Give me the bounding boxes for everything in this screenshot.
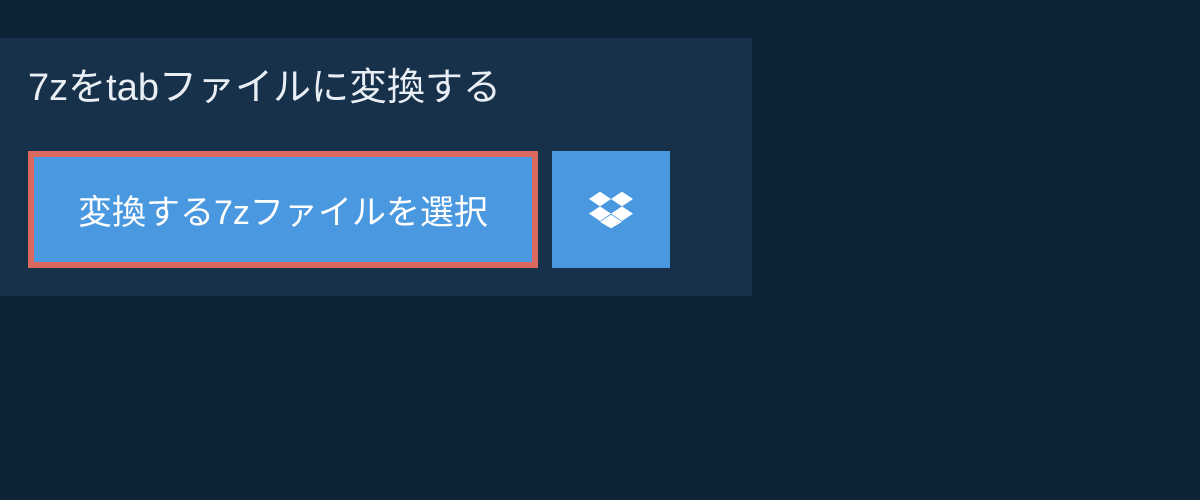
dropbox-button[interactable] bbox=[552, 151, 670, 268]
dropbox-icon bbox=[589, 188, 633, 232]
select-file-highlight: 変換する7zファイルを選択 bbox=[28, 151, 538, 268]
button-row: 変換する7zファイルを選択 bbox=[0, 133, 752, 296]
converter-panel: 7zをtabファイルに変換する 変換する7zファイルを選択 bbox=[0, 38, 752, 296]
page-title: 7zをtabファイルに変換する bbox=[0, 38, 529, 133]
select-file-button[interactable]: 変換する7zファイルを選択 bbox=[34, 157, 532, 262]
